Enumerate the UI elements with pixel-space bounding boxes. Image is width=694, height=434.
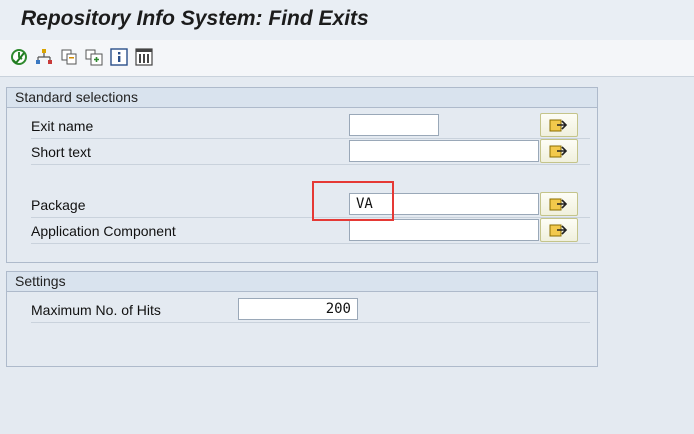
exit-name-multiple-selection-button[interactable]: [540, 113, 578, 137]
package-label: Package: [31, 197, 86, 213]
expand-button[interactable]: [85, 48, 103, 66]
page-title: Repository Info System: Find Exits: [21, 7, 369, 30]
package-input[interactable]: VA: [349, 193, 539, 215]
max-hits-row: Maximum No. of Hits 200: [31, 297, 590, 323]
settings-group: Settings Maximum No. of Hits 200: [6, 271, 598, 367]
short-text-input[interactable]: [349, 140, 539, 162]
copy-icon: [61, 49, 77, 65]
info-button[interactable]: [110, 48, 128, 66]
max-hits-input[interactable]: 200: [238, 298, 358, 320]
multiple-selection-icon: [549, 119, 568, 132]
application-component-input[interactable]: [349, 219, 539, 241]
exit-name-label: Exit name: [31, 118, 94, 134]
multiple-selection-icon: [549, 145, 568, 158]
title-bar: Repository Info System: Find Exits: [0, 0, 694, 40]
hierarchy-button[interactable]: [35, 48, 53, 66]
expand-icon: [85, 49, 103, 66]
execute-button[interactable]: [10, 48, 28, 66]
package-row: Package VA: [31, 192, 590, 218]
exit-name-input[interactable]: [349, 114, 439, 136]
standard-selections-group: Standard selections Exit name Short text…: [6, 87, 598, 263]
max-hits-label: Maximum No. of Hits: [31, 302, 161, 318]
short-text-multiple-selection-button[interactable]: [540, 139, 578, 163]
exit-name-row: Exit name: [31, 113, 590, 139]
application-component-label: Application Component: [31, 223, 176, 239]
copy-button[interactable]: [60, 48, 78, 66]
hierarchy-icon: [36, 49, 52, 64]
execute-icon: [11, 49, 27, 65]
package-multiple-selection-button[interactable]: [540, 192, 578, 216]
columns-icon: [135, 48, 153, 66]
application-component-row: Application Component: [31, 218, 590, 244]
settings-header: Settings: [7, 272, 597, 292]
multiple-selection-icon: [549, 224, 568, 237]
short-text-label: Short text: [31, 144, 91, 160]
application-component-multiple-selection-button[interactable]: [540, 218, 578, 242]
multiple-selection-icon: [549, 198, 568, 211]
info-icon: [110, 48, 128, 66]
short-text-row: Short text: [31, 139, 590, 165]
standard-selections-header: Standard selections: [7, 88, 597, 108]
columns-button[interactable]: [135, 48, 153, 66]
application-toolbar: [0, 40, 694, 77]
